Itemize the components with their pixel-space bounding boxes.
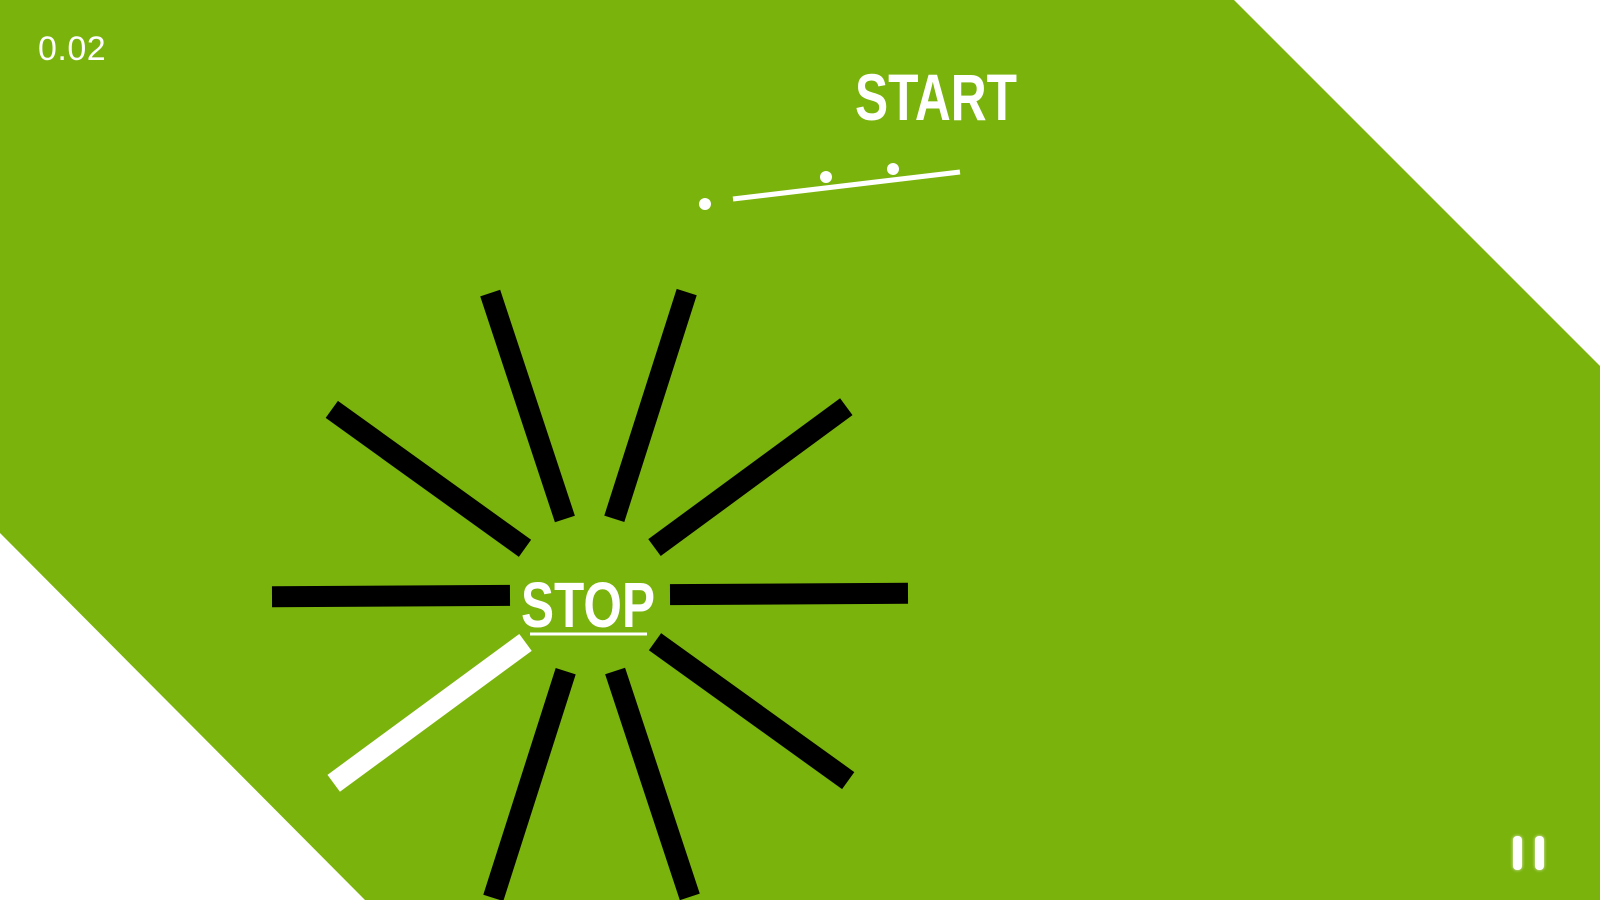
- ball: [820, 171, 832, 183]
- spoke: [669, 582, 909, 606]
- game-field[interactable]: START STOP: [0, 0, 1600, 900]
- ball: [699, 198, 711, 210]
- start-label: START: [855, 60, 1017, 134]
- timer-readout: 0.02: [38, 30, 107, 68]
- pause-button[interactable]: [1508, 832, 1552, 876]
- game-stage[interactable]: START STOP 0.02: [0, 0, 1600, 900]
- stop-label: STOP: [521, 569, 655, 641]
- ball: [887, 163, 899, 175]
- spoke: [271, 584, 511, 608]
